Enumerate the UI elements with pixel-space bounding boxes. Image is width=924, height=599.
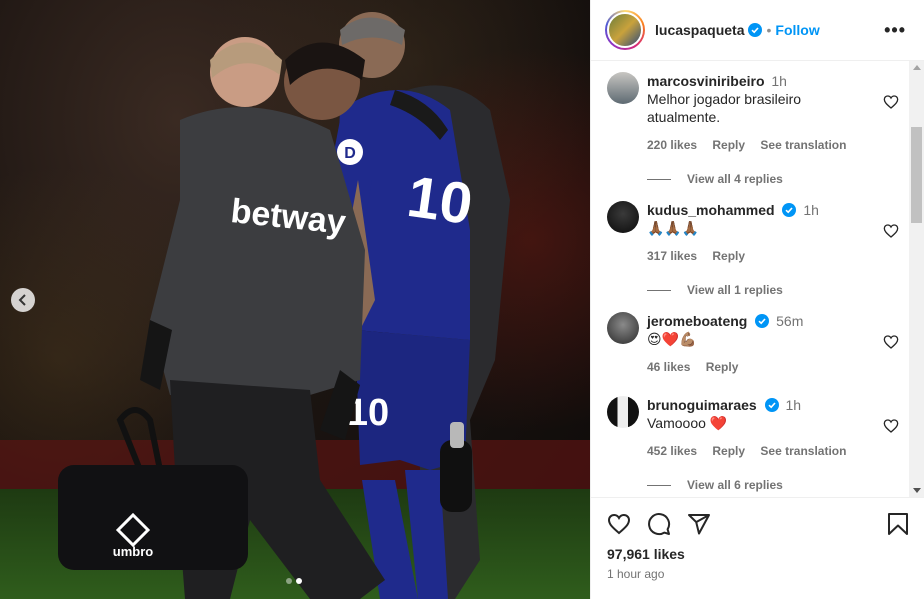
heart-icon[interactable]	[883, 334, 899, 350]
comment-text: 🙏🏾🙏🏾🙏🏾	[647, 220, 700, 236]
comment-avatar[interactable]	[607, 72, 639, 104]
post-actions: 97,961 likes 1 hour ago	[591, 497, 924, 599]
scroll-down-arrow-icon[interactable]	[913, 488, 921, 493]
comment-likes[interactable]: 46 likes	[647, 360, 690, 374]
more-options-button[interactable]: •••	[884, 20, 906, 41]
comments-scrollbar[interactable]	[909, 61, 924, 497]
reply-button[interactable]: Reply	[706, 360, 739, 374]
carousel-dots	[286, 578, 302, 584]
comment-username[interactable]: jeromeboateng	[647, 313, 747, 329]
view-replies-button[interactable]: View all 1 replies	[647, 281, 897, 299]
reply-button[interactable]: Reply	[712, 444, 745, 458]
heart-icon[interactable]	[883, 418, 899, 434]
post-photo: D 10 10 betway umbro	[0, 0, 590, 599]
view-replies-label: View all 4 replies	[687, 172, 783, 186]
scroll-up-arrow-icon[interactable]	[913, 65, 921, 70]
comment-text: 😍❤️💪🏽	[647, 331, 697, 347]
carousel-dot-active	[296, 578, 302, 584]
bag-brand-logo: umbro	[113, 544, 154, 559]
comments-list[interactable]: marcosviniribeiro 1h Melhor jogador bras…	[591, 61, 924, 497]
comment-username[interactable]: brunoguimaraes	[647, 397, 757, 413]
comment-time: 1h	[803, 202, 819, 218]
paper-plane-icon[interactable]	[687, 512, 711, 536]
comment-text: Vamoooo ❤️	[647, 415, 728, 431]
comment-time: 1h	[771, 73, 787, 89]
comment-avatar[interactable]	[607, 201, 639, 233]
verified-badge-icon	[755, 314, 770, 328]
comment-icon[interactable]	[647, 512, 671, 536]
reply-button[interactable]: Reply	[712, 138, 745, 152]
sleeve-logo: D	[344, 145, 356, 162]
verified-badge-icon	[764, 398, 779, 412]
bookmark-icon[interactable]	[887, 512, 909, 536]
post-side-panel: lucaspaqueta • Follow ••• marcosviniribe…	[590, 0, 924, 599]
comment-likes[interactable]: 317 likes	[647, 249, 697, 263]
author-avatar[interactable]	[605, 10, 645, 50]
see-translation-button[interactable]: See translation	[760, 138, 846, 152]
chevron-left-icon	[18, 294, 26, 306]
small-bag	[440, 440, 472, 512]
header-separator: •	[766, 22, 772, 38]
post-header: lucaspaqueta • Follow •••	[591, 0, 924, 61]
carousel-dot	[286, 578, 292, 584]
reply-button[interactable]: Reply	[712, 249, 745, 263]
comment-item: jeromeboateng 56m 😍❤️💪🏽 46 likes Reply	[607, 312, 899, 376]
comment-likes[interactable]: 452 likes	[647, 444, 697, 458]
view-replies-button[interactable]: View all 6 replies	[647, 476, 897, 494]
heart-icon[interactable]	[883, 94, 899, 110]
comment-text: Melhor jogador brasileiro atualmente.	[647, 91, 802, 125]
comment-avatar[interactable]	[607, 312, 639, 344]
author-username[interactable]: lucaspaqueta	[655, 22, 744, 38]
comment-username[interactable]: marcosviniribeiro	[647, 73, 765, 89]
view-replies-label: View all 6 replies	[687, 478, 783, 492]
post-timestamp[interactable]: 1 hour ago	[607, 567, 664, 581]
comment-likes[interactable]: 220 likes	[647, 138, 697, 152]
view-replies-button[interactable]: View all 4 replies	[647, 170, 897, 188]
see-translation-button[interactable]: See translation	[760, 444, 846, 458]
heart-icon[interactable]	[883, 223, 899, 239]
water-bottle	[450, 422, 464, 448]
post-likes-count[interactable]: 97,961 likes	[607, 546, 685, 562]
comment-username[interactable]: kudus_mohammed	[647, 202, 775, 218]
verified-badge-icon	[782, 203, 797, 217]
carousel-prev-button[interactable]	[11, 288, 35, 312]
comment-time: 1h	[785, 397, 802, 413]
comment-item: kudus_mohammed 1h 🙏🏾🙏🏾🙏🏾 317 likes Reply…	[607, 201, 899, 299]
comment-avatar[interactable]	[607, 396, 639, 428]
comment-item: brunoguimaraes 1h Vamoooo ❤️ 452 likes R…	[607, 396, 899, 494]
heart-icon[interactable]	[607, 512, 631, 536]
view-replies-label: View all 1 replies	[687, 283, 783, 297]
players-scene: D 10 10 betway umbro	[58, 12, 510, 599]
comment-item: marcosviniribeiro 1h Melhor jogador bras…	[607, 72, 899, 188]
follow-button[interactable]: Follow	[775, 22, 819, 38]
verified-badge-icon	[748, 23, 763, 37]
comment-time: 56m	[776, 313, 804, 329]
jersey-number: 10	[403, 164, 476, 237]
scrollbar-thumb[interactable]	[911, 127, 922, 223]
